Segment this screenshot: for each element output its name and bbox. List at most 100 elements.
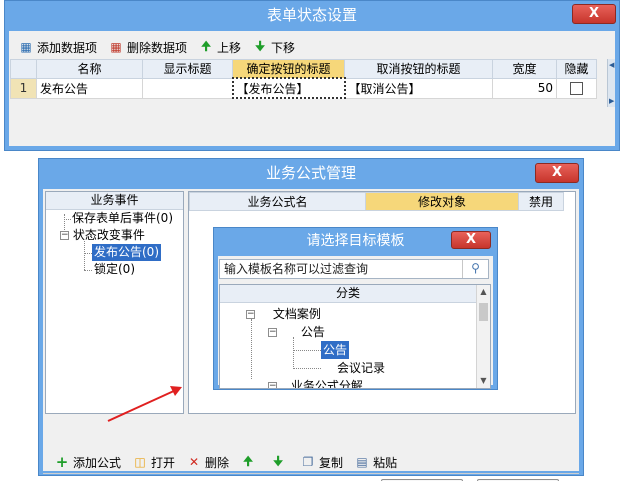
ok-title-cell[interactable]: 【发布公告】: [231, 77, 346, 99]
add-item-button[interactable]: ▦ 添加数据项: [13, 36, 101, 58]
corner-header: [10, 59, 37, 79]
tree-item-notice[interactable]: 公告: [321, 341, 350, 359]
column-header-selected[interactable]: 确定按钮的标题: [232, 59, 345, 79]
window-client: ▦ 添加数据项 ▦ 删除数据项 🠉 上移 🠋 下移 名称 显示标题 确定按钮的标…: [9, 31, 615, 146]
scroll-up-icon[interactable]: ▲: [477, 285, 490, 299]
display-title-cell[interactable]: [142, 77, 233, 99]
tree-item-meeting[interactable]: 会议记录: [337, 359, 385, 377]
scroll-thumb[interactable]: [479, 303, 488, 321]
tree-line: [293, 350, 321, 351]
delete-button[interactable]: ✕ 删除: [181, 451, 233, 473]
tree-item-label: 业务公式分解: [290, 379, 363, 389]
tree-line: [251, 319, 252, 379]
template-picker-dialog: 请选择目标模板 X 输入模板名称可以过滤查询 ⚲ 分类 − 文档案例 − 公告 …: [213, 227, 498, 390]
close-button[interactable]: X: [535, 163, 579, 183]
copy-icon: ❐: [302, 455, 314, 469]
toolbar: ▦ 添加数据项 ▦ 删除数据项 🠉 上移 🠋 下移: [13, 36, 299, 58]
column-header[interactable]: 业务公式名: [189, 192, 366, 211]
hidden-cell[interactable]: [556, 77, 597, 99]
tree-line: [84, 270, 92, 271]
tree-item-save-after[interactable]: 保存表单后事件(0): [72, 210, 173, 227]
column-header[interactable]: 禁用: [518, 192, 564, 211]
arrow-up-icon: 🠉: [243, 453, 254, 468]
arrow-up-icon: 🠉: [201, 38, 211, 53]
hidden-checkbox[interactable]: [570, 82, 583, 95]
tree-item-doc-cases[interactable]: − 文档案例: [246, 305, 321, 323]
tree-line: [84, 253, 92, 254]
delete-item-button[interactable]: ▦ 删除数据项: [103, 36, 191, 58]
open-button[interactable]: ◫ 打开: [127, 451, 179, 473]
tree-item-biz-formula[interactable]: − 业务公式分解: [268, 377, 363, 389]
move-down-label: 下移: [271, 40, 296, 55]
close-button[interactable]: X: [451, 231, 491, 249]
cancel-title-cell[interactable]: 【取消公告】: [344, 77, 493, 99]
delete-label: 删除: [205, 455, 230, 470]
add-item-label: 添加数据项: [37, 40, 98, 55]
move-up-button[interactable]: 🠉 上移: [193, 36, 245, 58]
tree-column-header: 分类: [220, 285, 476, 303]
column-header[interactable]: 名称: [36, 59, 143, 79]
move-up-button[interactable]: 🠉: [235, 451, 263, 473]
tree-item-label: 状态改变事件: [72, 228, 145, 242]
column-header[interactable]: 取消按钮的标题: [344, 59, 493, 79]
splitter-arrow-icon: ▶: [609, 97, 615, 105]
button-row-divider: [43, 473, 579, 474]
side-splitter[interactable]: ◀ ▶: [607, 59, 615, 107]
vertical-scrollbar[interactable]: ▲ ▼: [476, 285, 490, 388]
tree-item-state-change[interactable]: − 状态改变事件: [60, 227, 145, 244]
delete-item-label: 删除数据项: [127, 40, 188, 55]
column-header-selected[interactable]: 修改对象: [365, 192, 519, 211]
tree-item-publish[interactable]: 发布公告(0): [92, 244, 161, 261]
column-header[interactable]: 隐藏: [556, 59, 597, 79]
tree-line: [293, 337, 294, 367]
window-title: 表单状态设置: [266, 6, 357, 24]
tree-item-label: 公告: [300, 325, 325, 339]
dialog-client: 输入模板名称可以过滤查询 ⚲ 分类 − 文档案例 − 公告 公告 会议记录 − …: [218, 256, 493, 389]
copy-button[interactable]: ❐ 复制: [295, 451, 347, 473]
move-down-button[interactable]: 🠋: [265, 451, 293, 473]
open-label: 打开: [151, 455, 176, 470]
tree-line: [64, 219, 71, 220]
tree-item-label: 文档案例: [272, 307, 321, 321]
expand-icon[interactable]: −: [268, 382, 277, 388]
copy-label: 复制: [319, 455, 344, 470]
add-formula-label: 添加公式: [73, 455, 122, 470]
formula-grid: 业务公式名 修改对象 禁用: [189, 192, 564, 211]
name-cell[interactable]: 发布公告: [36, 77, 143, 99]
add-row-icon: ▦: [20, 40, 32, 54]
scroll-down-icon[interactable]: ▼: [477, 374, 490, 388]
paste-label: 粘贴: [373, 455, 398, 470]
width-cell[interactable]: 50: [492, 77, 557, 99]
move-down-button[interactable]: 🠋 下移: [247, 36, 299, 58]
delete-x-icon: ✕: [189, 455, 200, 469]
arrow-down-icon: 🠋: [273, 453, 284, 468]
tree-item-lock[interactable]: 锁定(0): [94, 261, 135, 278]
collapse-icon[interactable]: −: [60, 231, 69, 240]
column-header[interactable]: 宽度: [492, 59, 557, 79]
add-formula-button[interactable]: + 添加公式: [49, 451, 125, 473]
collapse-icon[interactable]: −: [268, 328, 277, 337]
plus-icon: +: [55, 453, 69, 471]
template-filter-input[interactable]: 输入模板名称可以过滤查询: [219, 259, 489, 279]
state-grid: 名称 显示标题 确定按钮的标题 取消按钮的标题 宽度 隐藏 1 发布公告 【发布…: [10, 59, 597, 99]
event-tree-header: 业务事件: [46, 192, 183, 210]
template-tree: 分类 − 文档案例 − 公告 公告 会议记录 − 业务公式分解 ▲ ▼: [219, 284, 491, 389]
splitter-arrow-icon: ◀: [609, 61, 615, 69]
formula-toolbar: + 添加公式 ◫ 打开 ✕ 删除 🠉 🠋 ❐ 复制 ▤ 粘贴: [49, 451, 401, 473]
window-title: 业务公式管理: [265, 164, 356, 182]
column-header[interactable]: 显示标题: [142, 59, 233, 79]
folder-icon: ◫: [134, 455, 146, 469]
form-state-window: 表单状态设置 X ▦ 添加数据项 ▦ 删除数据项 🠉 上移 🠋 下移 名称 显示…: [4, 0, 620, 151]
paste-icon: ▤: [356, 455, 368, 469]
delete-row-icon: ▦: [110, 40, 122, 54]
search-icon[interactable]: ⚲: [462, 260, 488, 278]
tree-line: [293, 368, 321, 369]
table-row[interactable]: 1 发布公告 【发布公告】 【取消公告】 50: [10, 77, 597, 99]
collapse-icon[interactable]: −: [246, 310, 255, 319]
event-tree-pane: 业务事件 保存表单后事件(0) − 状态改变事件 发布公告(0) 锁定(0): [45, 191, 184, 414]
move-up-label: 上移: [217, 40, 242, 55]
close-button[interactable]: X: [572, 4, 616, 24]
paste-button[interactable]: ▤ 粘贴: [349, 451, 401, 473]
row-number: 1: [10, 77, 37, 99]
tree-item-notice-group[interactable]: − 公告: [268, 323, 325, 341]
